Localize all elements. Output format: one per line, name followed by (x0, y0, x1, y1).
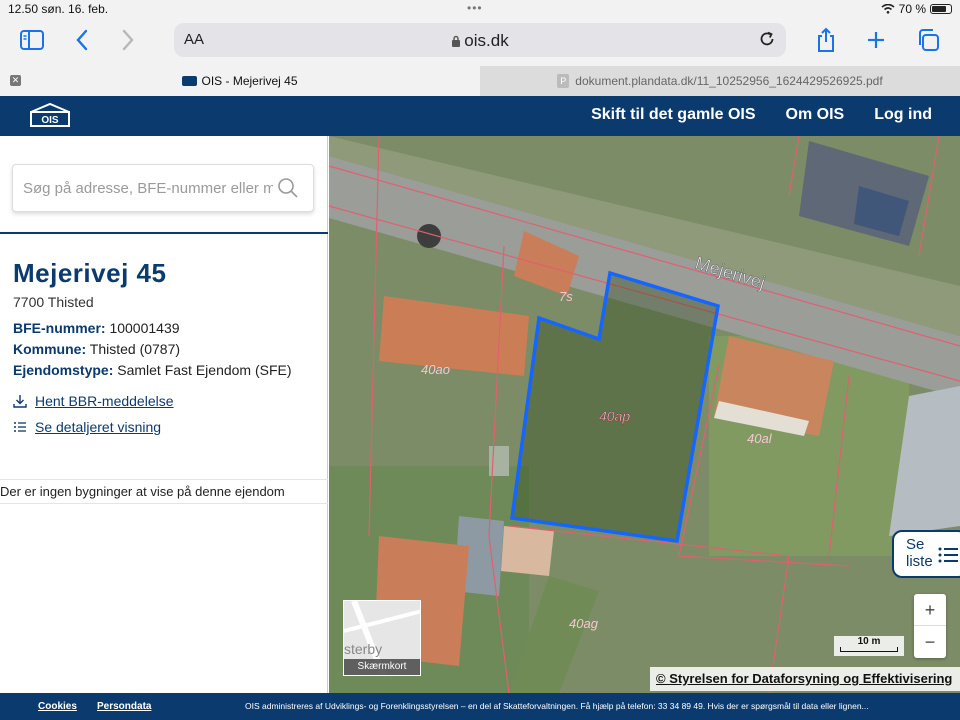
address-bar[interactable]: AA ois.dk (174, 23, 786, 57)
panel-divider (0, 232, 328, 234)
status-time: 12.50 søn. 16. feb. (8, 2, 109, 16)
tab-bar: ✕ OIS - Mejerivej 45 P dokument.plandata… (0, 66, 960, 96)
download-bbr-link[interactable]: Hent BBR-meddelelse (13, 393, 174, 409)
search-icon[interactable] (277, 177, 299, 199)
zoom-control: + − (914, 594, 946, 658)
ois-favicon-icon (182, 76, 198, 86)
sidebar-icon[interactable] (18, 26, 46, 54)
field-kommune: Kommune: Thisted (0787) (13, 341, 181, 357)
status-right: 70 % (881, 2, 952, 16)
ois-logo[interactable]: OIS (28, 102, 72, 128)
list-icon (938, 547, 958, 563)
basemap-label: Skærmkort (344, 659, 420, 675)
se-liste-button[interactable]: Se liste (892, 530, 960, 578)
parcel-label-40ap: 40ap (599, 408, 630, 424)
svg-text:OIS: OIS (41, 115, 59, 126)
download-icon (13, 395, 27, 408)
detailed-view-link[interactable]: Se detaljeret visning (13, 419, 161, 435)
battery-percent: 70 % (898, 2, 926, 16)
aerial-map[interactable]: Mejerivej 7s 40ao 40ap 40al 40ag (329, 136, 960, 693)
nav-old-ois[interactable]: Skift til det gamle OIS (591, 106, 755, 124)
url-text[interactable]: ois.dk (174, 31, 786, 51)
cookies-link[interactable]: Cookies (38, 701, 77, 712)
no-buildings-message: Der er ingen bygninger at vise på denne … (0, 479, 328, 504)
tabs-overview-icon[interactable] (914, 26, 942, 54)
parcel-label-40al: 40al (747, 431, 773, 446)
search-input[interactable] (23, 177, 273, 199)
property-title: Mejerivej 45 (13, 258, 167, 288)
nav-login[interactable]: Log ind (874, 106, 932, 124)
field-ejendomstype: Ejendomstype: Samlet Fast Ejendom (SFE) (13, 362, 292, 378)
share-icon[interactable] (812, 26, 840, 54)
scale-bar: 10 m (834, 636, 904, 656)
nav-about[interactable]: Om OIS (786, 106, 845, 124)
lock-icon (452, 35, 461, 47)
map-attribution[interactable]: © Styrelsen for Dataforsyning og Effekti… (650, 667, 960, 691)
tab-ois[interactable]: ✕ OIS - Mejerivej 45 (0, 66, 480, 96)
forward-icon[interactable] (114, 26, 142, 54)
parcel-label-40ag: 40ag (569, 616, 599, 631)
battery-icon (930, 4, 952, 14)
postal-code: 7700 Thisted (13, 294, 94, 310)
main-nav: Skift til det gamle OIS Om OIS Log ind (591, 106, 932, 124)
minimap-text: sterby (344, 641, 383, 657)
search-box[interactable] (12, 164, 314, 212)
list-icon (14, 422, 26, 432)
zoom-out-button[interactable]: − (914, 626, 946, 658)
close-tab-icon[interactable]: ✕ (10, 75, 21, 86)
zoom-in-button[interactable]: + (914, 594, 946, 626)
site-footer: Cookies Persondata OIS administreres af … (0, 693, 960, 720)
persondata-link[interactable]: Persondata (97, 701, 151, 712)
parcel-label-7s: 7s (559, 289, 573, 304)
parcel-label-40ao: 40ao (421, 362, 450, 377)
footer-text: OIS administreres af Udviklings- og Fore… (245, 701, 869, 711)
field-bfe: BFE-nummer: 100001439 (13, 320, 180, 336)
status-bar: 12.50 søn. 16. feb. ••• 70 % (0, 0, 960, 18)
tab-label: OIS - Mejerivej 45 (201, 74, 298, 88)
map-view[interactable]: Mejerivej 7s 40ao 40ap 40al 40ag sterby … (329, 136, 960, 693)
new-tab-icon[interactable] (862, 26, 890, 54)
property-panel: Mejerivej 45 7700 Thisted BFE-nummer: 10… (0, 136, 328, 693)
site-header: OIS Skift til det gamle OIS Om OIS Log i… (0, 96, 960, 136)
wifi-icon (881, 4, 895, 14)
multitask-dots[interactable]: ••• (467, 1, 483, 15)
pdf-favicon-icon: P (557, 74, 570, 88)
basemap-switcher[interactable]: sterby Skærmkort (343, 600, 421, 676)
back-icon[interactable] (68, 26, 96, 54)
tab-label: dokument.plandata.dk/11_10252956_1624429… (575, 74, 883, 88)
reload-icon[interactable] (758, 30, 776, 48)
tab-pdf[interactable]: P dokument.plandata.dk/11_10252956_16244… (480, 66, 960, 96)
browser-toolbar: AA ois.dk (0, 18, 960, 66)
